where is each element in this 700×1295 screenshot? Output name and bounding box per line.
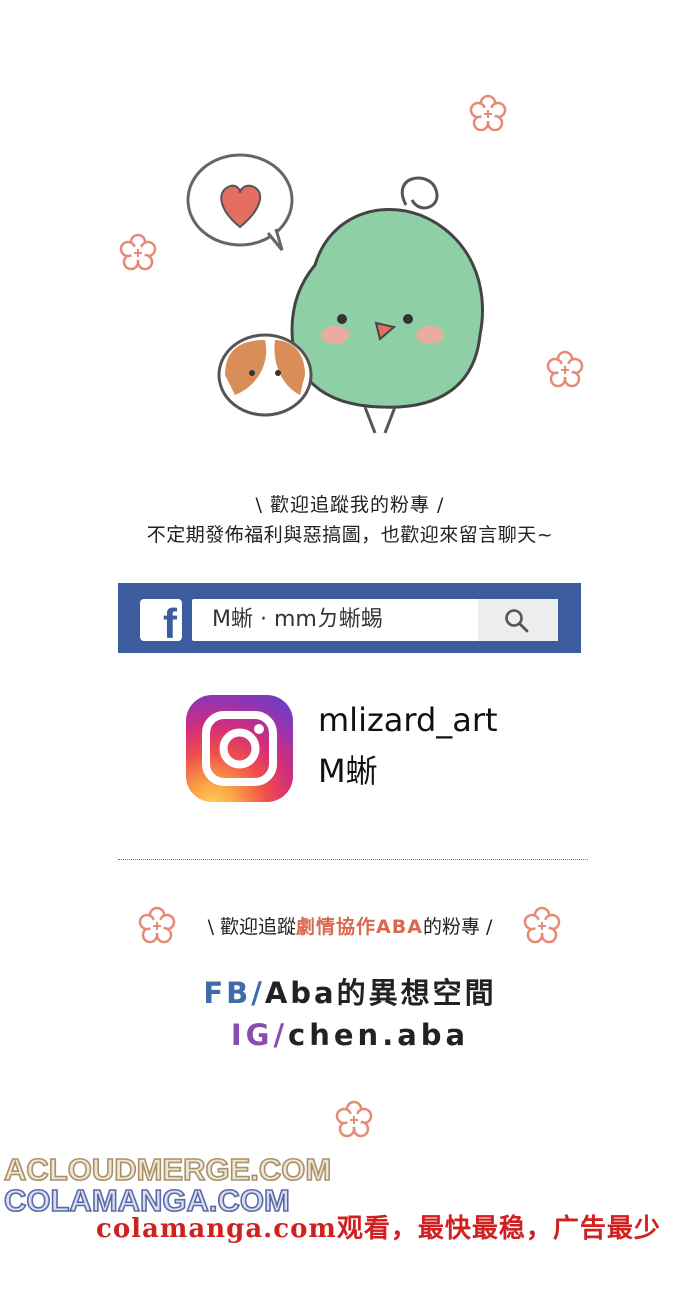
fb-page-name: Aba的異想空間 bbox=[264, 976, 497, 1010]
facebook-search-text: M蜥 · mmㄉ蜥蜴 bbox=[212, 607, 383, 632]
fb-prefix: FB/ bbox=[203, 976, 265, 1010]
ig-account-name: chen.aba bbox=[288, 1018, 470, 1052]
aba-facebook-link[interactable]: FB/Aba的異想空間 bbox=[0, 970, 700, 1012]
facebook-search-field[interactable]: M蜥 · mmㄉ蜥蜴 bbox=[192, 599, 558, 641]
facebook-logo-icon[interactable]: f bbox=[140, 599, 182, 645]
flower-icon bbox=[546, 350, 584, 388]
search-icon bbox=[505, 609, 529, 633]
dotted-divider bbox=[118, 859, 588, 860]
instagram-logo-icon[interactable] bbox=[186, 695, 293, 802]
search-button[interactable] bbox=[478, 599, 558, 641]
facebook-logo-letter: f bbox=[163, 600, 177, 647]
aba-heading-post: 的粉專 / bbox=[422, 916, 493, 938]
flower-icon bbox=[335, 1100, 373, 1138]
camera-icon bbox=[202, 711, 277, 786]
aba-heading-pre: \ 歡迎追蹤 bbox=[207, 916, 297, 938]
intro-heading: \ 歡迎追蹤我的粉專 / bbox=[255, 494, 445, 516]
flower-icon bbox=[119, 233, 157, 271]
ig-prefix: IG/ bbox=[230, 1018, 289, 1052]
green-bird-icon bbox=[290, 176, 484, 434]
watermark-colamanga-notice: colamanga.com观看，最快最稳，广告最少 bbox=[96, 1214, 661, 1244]
aba-instagram-link[interactable]: IG/chen.aba bbox=[0, 1018, 700, 1052]
aba-fanpage-heading: \ 歡迎追蹤劇情協作ABA的粉專 / bbox=[0, 912, 700, 939]
flower-icon bbox=[469, 94, 507, 132]
flower-icon bbox=[523, 906, 561, 944]
intro-description: 不定期發佈福利與惡搞圖，也歡迎來留言聊天~ bbox=[146, 524, 554, 546]
mascot-illustration bbox=[186, 153, 484, 434]
hamster-icon bbox=[217, 333, 313, 417]
aba-highlight: 劇情協作ABA bbox=[296, 916, 423, 938]
instagram-handle: mlizard_art bbox=[318, 701, 498, 739]
instagram-name: M蜥 bbox=[318, 752, 378, 790]
